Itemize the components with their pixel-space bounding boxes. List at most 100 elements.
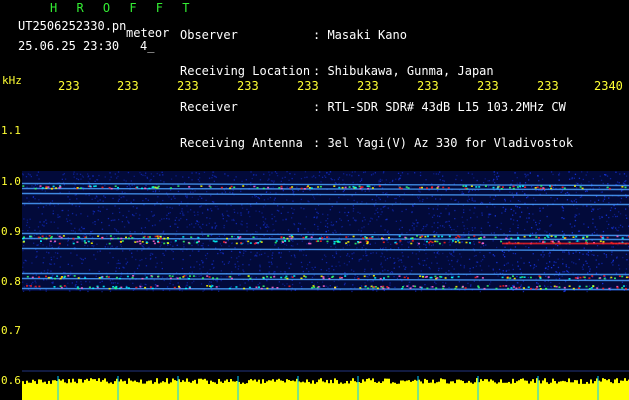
signal-dot (109, 235, 112, 237)
noise-speck (482, 259, 484, 261)
noise-speck (57, 252, 59, 254)
noise-speck (22, 281, 24, 283)
noise-speck (418, 262, 420, 264)
signal-dot (322, 285, 325, 287)
signal-dot (168, 275, 171, 277)
noise-speck (586, 290, 588, 293)
noise-speck (246, 290, 248, 292)
noise-speck (343, 173, 345, 175)
noise-speck (205, 257, 208, 260)
noise-speck (262, 221, 265, 223)
signal-dot (144, 187, 147, 190)
level-bar (520, 378, 522, 400)
signal-dot (23, 236, 25, 238)
signal-dot (547, 276, 550, 278)
noise-speck (625, 208, 627, 210)
noise-speck (616, 181, 619, 183)
noise-speck (509, 191, 511, 193)
noise-speck (306, 176, 308, 178)
noise-speck (383, 289, 385, 292)
noise-speck (173, 195, 175, 197)
noise-speck (80, 283, 83, 286)
noise-speck (214, 205, 216, 208)
signal-dot (310, 187, 313, 189)
signal-dot (512, 187, 515, 190)
noise-speck (286, 283, 288, 285)
noise-speck (605, 256, 608, 258)
noise-speck (455, 199, 457, 201)
noise-speck (119, 211, 121, 214)
signal-dot (43, 237, 46, 240)
noise-speck (583, 247, 585, 249)
noise-speck (192, 191, 194, 193)
level-bar (82, 382, 84, 400)
noise-speck (53, 221, 55, 223)
signal-dot (34, 187, 37, 190)
noise-speck (280, 180, 282, 182)
noise-speck (408, 241, 410, 243)
noise-speck (91, 245, 93, 247)
noise-speck (445, 271, 447, 274)
signal-dot (458, 236, 461, 238)
noise-speck (529, 172, 531, 174)
signal-dot (118, 277, 121, 280)
noise-speck (269, 196, 272, 199)
noise-speck (191, 282, 193, 284)
noise-speck (596, 228, 598, 231)
noise-speck (618, 211, 620, 213)
noise-speck (46, 251, 48, 253)
level-bar (30, 382, 32, 400)
noise-speck (163, 279, 165, 282)
noise-speck (177, 226, 179, 228)
time-tick: 233 (117, 79, 139, 93)
noise-speck (202, 290, 204, 292)
noise-speck (552, 173, 554, 176)
signal-dot (577, 287, 580, 289)
signal-dot (129, 235, 132, 237)
noise-speck (563, 251, 566, 253)
noise-speck (400, 174, 402, 177)
noise-speck (407, 256, 409, 258)
noise-speck (563, 233, 565, 235)
signal-dot (157, 237, 160, 239)
noise-speck (280, 270, 282, 273)
signal-dot (572, 236, 575, 238)
noise-speck (284, 243, 286, 245)
signal-dot (167, 242, 170, 244)
noise-speck (265, 191, 267, 193)
noise-speck (557, 266, 560, 269)
noise-speck (384, 200, 387, 202)
noise-speck (191, 196, 193, 198)
noise-speck (626, 259, 628, 261)
noise-speck (467, 172, 470, 174)
noise-speck (333, 256, 335, 259)
noise-speck (68, 290, 71, 292)
noise-speck (437, 251, 439, 253)
brand-title: H R O F F T (50, 1, 196, 15)
noise-speck (197, 178, 199, 181)
noise-speck (115, 270, 117, 272)
signal-dot (144, 286, 147, 289)
noise-speck (352, 284, 354, 286)
signal-dot (288, 235, 291, 238)
noise-speck (571, 232, 573, 234)
signal-dot (347, 241, 350, 243)
noise-speck (179, 212, 181, 214)
noise-speck (623, 183, 626, 185)
noise-speck (182, 250, 184, 252)
noise-speck (573, 262, 575, 264)
signal-dot (438, 242, 441, 245)
noise-speck (481, 233, 483, 235)
noise-speck (412, 222, 414, 224)
noise-speck (446, 256, 448, 258)
noise-speck (473, 177, 475, 179)
signal-dot (501, 276, 504, 279)
level-bar (166, 378, 168, 400)
noise-speck (138, 265, 140, 267)
noise-speck (71, 265, 73, 267)
noise-speck (512, 268, 514, 271)
noise-speck (120, 246, 123, 248)
level-bar (194, 379, 196, 400)
noise-speck (275, 192, 277, 194)
level-bar (308, 381, 310, 400)
